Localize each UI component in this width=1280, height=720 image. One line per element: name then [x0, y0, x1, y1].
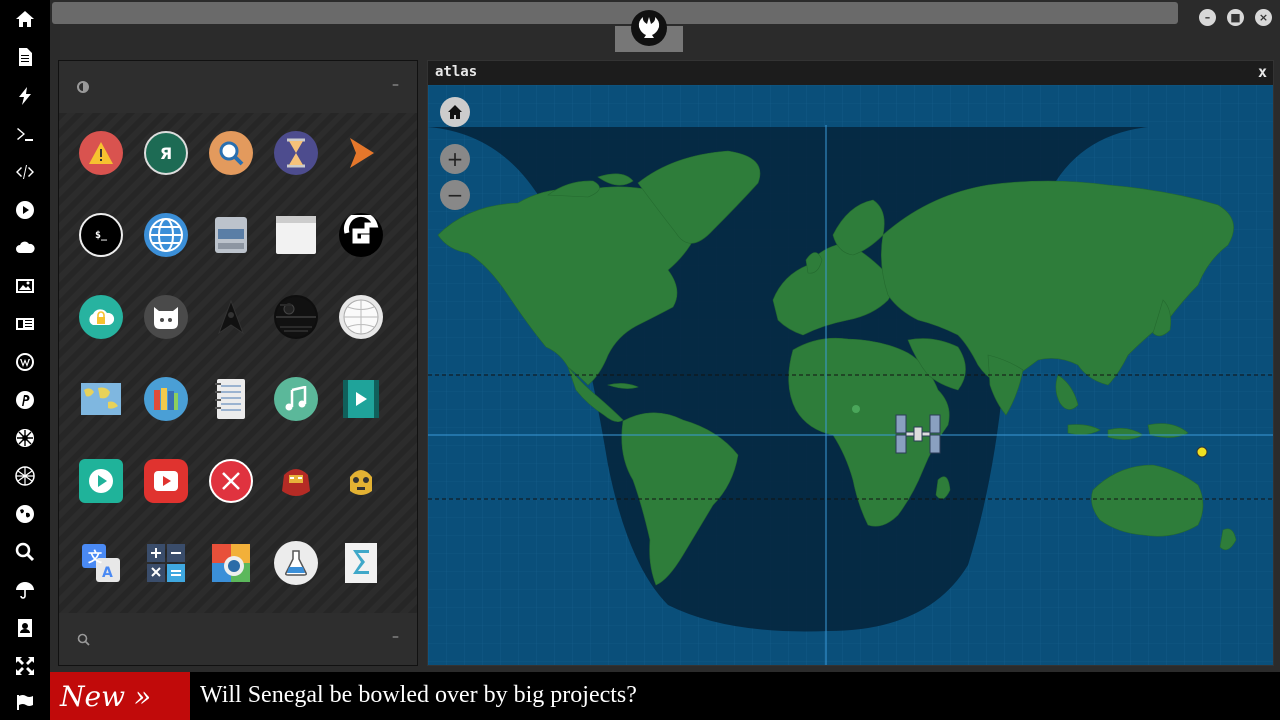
- cloud-lock-icon[interactable]: [79, 295, 123, 339]
- starfleet-icon[interactable]: [209, 295, 253, 339]
- wikipedia-icon[interactable]: [339, 295, 383, 339]
- newspaper-icon[interactable]: [13, 312, 37, 336]
- close-button[interactable]: ×: [1255, 9, 1272, 26]
- globe-icon[interactable]: [144, 213, 188, 257]
- zoom-in-button[interactable]: +: [440, 144, 470, 174]
- svg-text:文: 文: [88, 549, 103, 566]
- video-icon[interactable]: [339, 377, 383, 421]
- code-icon[interactable]: [13, 160, 37, 184]
- translate-icon[interactable]: 文A: [79, 541, 123, 585]
- warning-icon[interactable]: [79, 131, 123, 175]
- umbrella-icon[interactable]: [13, 578, 37, 602]
- terminal-icon[interactable]: [13, 122, 37, 146]
- map-home-button[interactable]: [440, 97, 470, 127]
- contacts-icon[interactable]: [13, 616, 37, 640]
- notebook-icon[interactable]: [209, 377, 253, 421]
- sigma-icon[interactable]: [339, 541, 383, 585]
- collapse-button[interactable]: –: [392, 77, 399, 93]
- app-launcher: – Я $_ 文 A –: [58, 60, 418, 666]
- photo-icon[interactable]: [209, 541, 253, 585]
- atlas-close-button[interactable]: x: [1258, 63, 1267, 81]
- ticker-new-badge: New »: [50, 672, 190, 720]
- github-icon[interactable]: [144, 295, 188, 339]
- play-icon[interactable]: [13, 198, 37, 222]
- pinterest-icon[interactable]: [13, 388, 37, 412]
- flag-icon[interactable]: [13, 690, 37, 714]
- maximize-button[interactable]: ■: [1227, 9, 1244, 26]
- launcher-grid: Я $_ 文 A: [59, 113, 417, 613]
- books-icon[interactable]: [144, 377, 188, 421]
- desktop: – ■ × – Я $_ 文 A – atlas x + − New » Wil…: [0, 0, 1280, 720]
- atlas-titlebar: atlas x: [428, 61, 1273, 85]
- launcher-footer: –: [59, 613, 417, 665]
- scanner-icon[interactable]: [209, 213, 253, 257]
- youtube-icon[interactable]: [144, 459, 188, 503]
- image-icon[interactable]: [13, 274, 37, 298]
- news-ticker: New » Will Senegal be bowled over by big…: [50, 672, 1280, 720]
- expand-icon[interactable]: [13, 654, 37, 678]
- launcher-header: –: [59, 61, 417, 113]
- c3po-icon[interactable]: [339, 459, 383, 503]
- rebel-alliance-logo[interactable]: [631, 10, 667, 46]
- home-icon[interactable]: [13, 7, 37, 31]
- left-icon-bar: [0, 0, 50, 720]
- atlas-title: atlas: [435, 64, 478, 80]
- minimize-button[interactable]: –: [1199, 9, 1216, 26]
- x-circle-icon[interactable]: [209, 459, 253, 503]
- arrow-icon[interactable]: [339, 131, 383, 175]
- bolt-icon[interactable]: [13, 84, 37, 108]
- calculator-icon[interactable]: [144, 541, 188, 585]
- terminal-icon[interactable]: $_: [79, 213, 123, 257]
- top-search-bar[interactable]: [52, 2, 1178, 24]
- yandex-icon[interactable]: Я: [144, 131, 188, 175]
- hourglass-icon[interactable]: [274, 131, 318, 175]
- zoom-out-button[interactable]: −: [440, 180, 470, 210]
- death-star-icon[interactable]: [274, 295, 318, 339]
- shell-icon[interactable]: [339, 213, 383, 257]
- theme-toggle-icon[interactable]: [77, 81, 89, 93]
- map-icon[interactable]: [79, 377, 123, 421]
- rebel-icon[interactable]: [13, 426, 37, 450]
- svg-text:A: A: [102, 565, 113, 581]
- iron-man-icon[interactable]: [274, 459, 318, 503]
- play-store-icon[interactable]: [79, 459, 123, 503]
- ticker-headline[interactable]: Will Senegal be bowled over by big proje…: [200, 672, 637, 720]
- search-icon[interactable]: [13, 540, 37, 564]
- world-map[interactable]: + −: [428, 85, 1273, 665]
- globe-grid-icon[interactable]: [13, 464, 37, 488]
- wordpress-icon[interactable]: [13, 350, 37, 374]
- atlas-window: atlas x + −: [427, 60, 1274, 666]
- document-icon[interactable]: [13, 45, 37, 69]
- launcher-search-icon[interactable]: [77, 633, 90, 650]
- flask-icon[interactable]: [274, 541, 318, 585]
- cloud-icon[interactable]: [13, 236, 37, 260]
- footer-collapse-button[interactable]: –: [392, 629, 399, 645]
- earth-icon[interactable]: [13, 502, 37, 526]
- magnifier-icon[interactable]: [209, 131, 253, 175]
- music-icon[interactable]: [274, 377, 318, 421]
- window-icon[interactable]: [274, 213, 318, 257]
